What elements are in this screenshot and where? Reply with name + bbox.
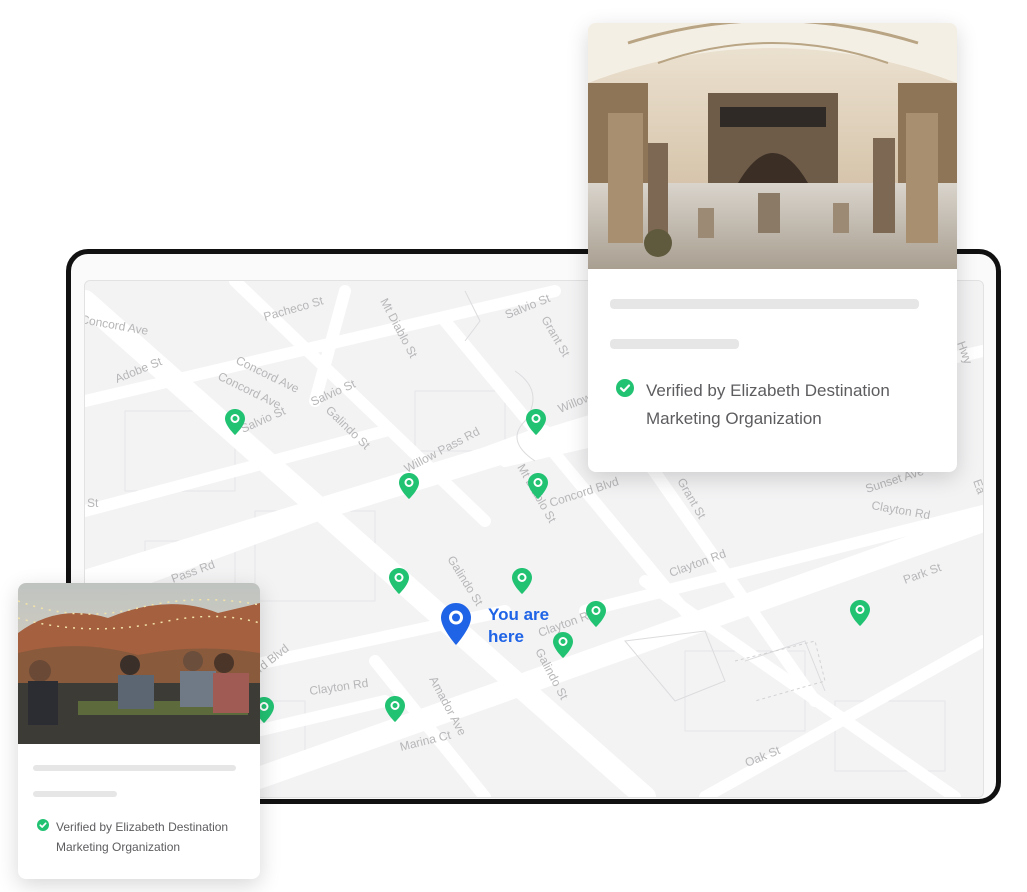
title-placeholder: [610, 299, 919, 309]
location-pin-icon[interactable]: [441, 603, 471, 645]
title-placeholder: [33, 765, 236, 771]
map-pin-icon[interactable]: [526, 409, 546, 435]
map-pin-icon[interactable]: [225, 409, 245, 435]
verified-text: Verified by Elizabeth Destination Market…: [646, 381, 890, 428]
verified-check-icon: [616, 379, 634, 397]
verified-check-icon: [37, 819, 49, 831]
street-label: Pacheco St: [262, 293, 325, 324]
you-are-here-label: You are here: [488, 605, 550, 646]
street-label: St: [87, 496, 99, 510]
subtitle-placeholder: [33, 791, 117, 797]
map-pin-icon[interactable]: [399, 473, 419, 499]
map-pin-icon[interactable]: [389, 568, 409, 594]
street-label: Park St: [901, 560, 943, 587]
featured-place-card[interactable]: Verified by Elizabeth Destination Market…: [588, 23, 957, 472]
map-pin-icon[interactable]: [553, 632, 573, 658]
map-pin-icon[interactable]: [512, 568, 532, 594]
map-pin-icon[interactable]: [385, 696, 405, 722]
verified-text: Verified by Elizabeth Destination Market…: [56, 820, 229, 854]
street-label: Ea: [970, 477, 983, 496]
street-label: Galindo St: [444, 553, 486, 609]
street-label: Grant St: [538, 314, 573, 360]
street-label: Clayton Rd: [870, 498, 931, 522]
map-pin-icon[interactable]: [850, 600, 870, 626]
map-pin-icon[interactable]: [586, 601, 606, 627]
map-pin-icon[interactable]: [528, 473, 548, 499]
place-photo: [18, 583, 260, 744]
street-label: Clayton Rd: [308, 676, 369, 698]
place-photo: [588, 23, 957, 269]
subtitle-placeholder: [610, 339, 739, 349]
street-label: Salvio St: [239, 403, 289, 435]
secondary-place-card[interactable]: Verified by Elizabeth Destination Market…: [18, 583, 260, 879]
